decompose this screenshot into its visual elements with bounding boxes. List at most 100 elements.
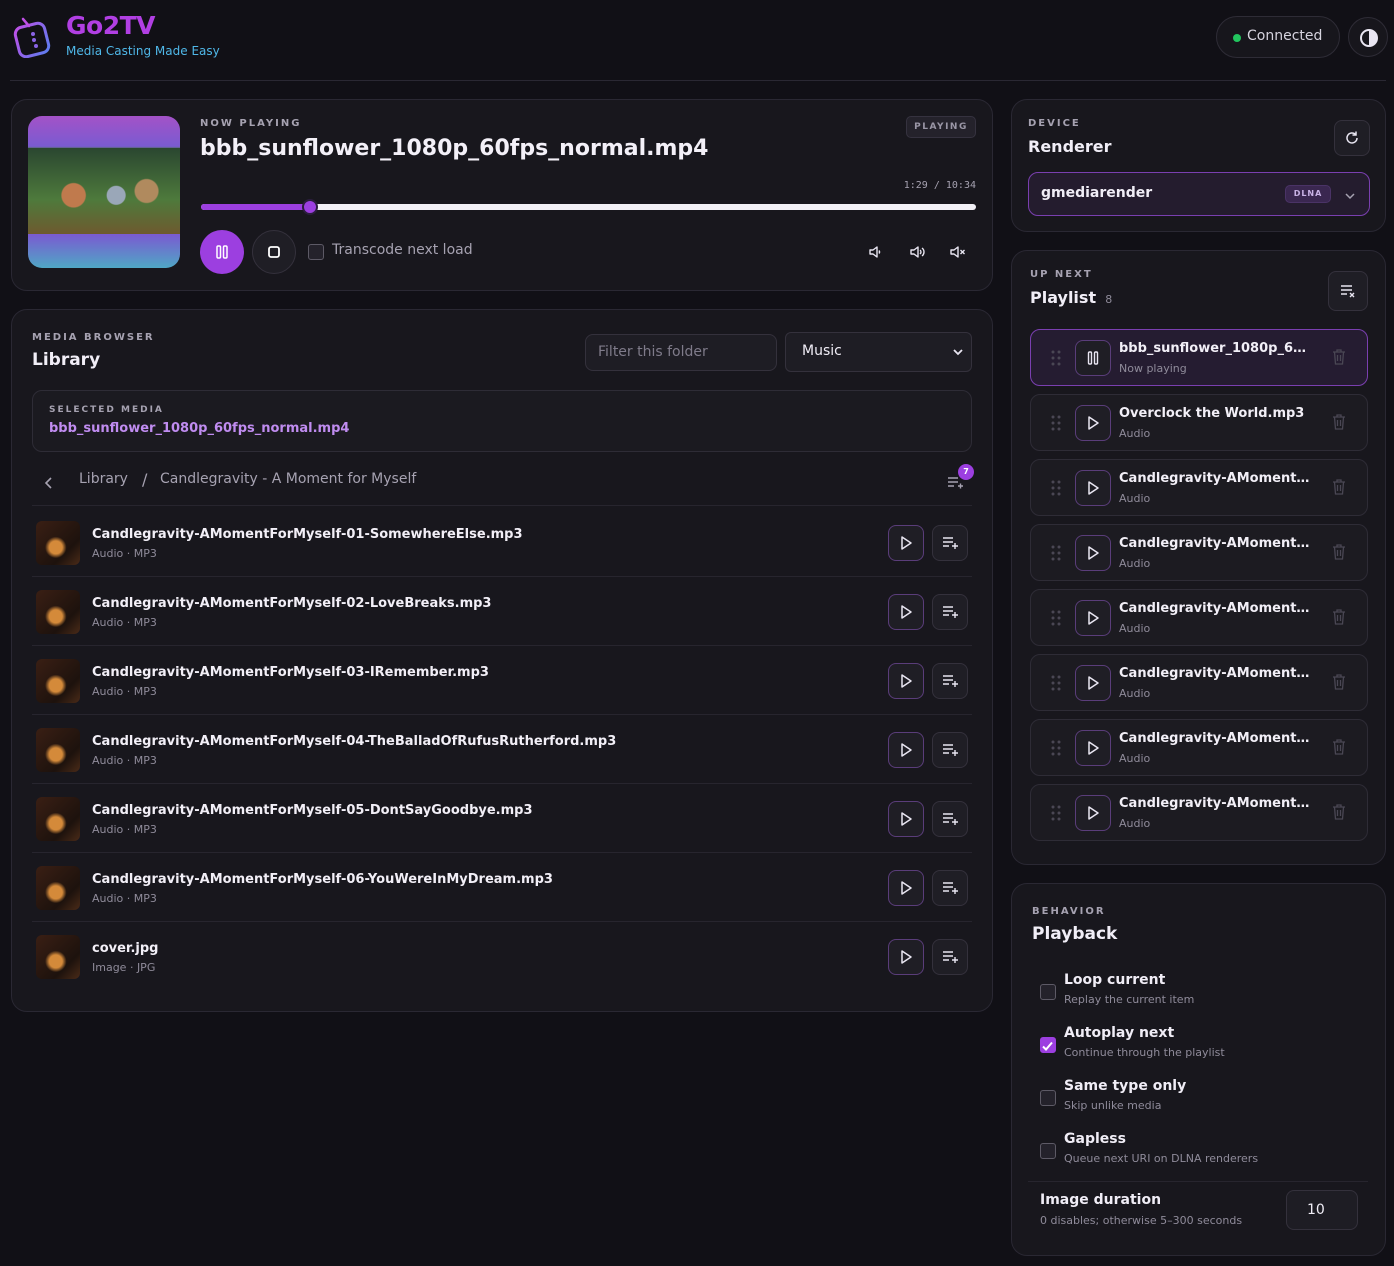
- image-duration-label: Image duration: [1040, 1192, 1162, 1208]
- media-name: Candlegravity-AMomentForMyself-01-Somewh…: [92, 527, 523, 542]
- filter-input[interactable]: Filter this folder: [585, 334, 777, 371]
- play-button[interactable]: [1075, 470, 1111, 506]
- media-row[interactable]: Candlegravity-AMomentForMyself-03-IRemem…: [32, 647, 972, 715]
- now-playing-eyebrow: NOW PLAYING: [200, 118, 302, 129]
- add-to-queue-button[interactable]: [932, 870, 968, 906]
- playback-title: Playback: [1032, 924, 1118, 944]
- transcode-checkbox[interactable]: [308, 244, 324, 260]
- drag-handle-icon[interactable]: [1051, 805, 1061, 821]
- playlist-item[interactable]: bbb_sunflower_1080p_60fps_normal.mp4 Now …: [1030, 329, 1368, 386]
- media-row[interactable]: Candlegravity-AMomentForMyself-05-DontSa…: [32, 785, 972, 853]
- add-to-queue-icon: [943, 675, 958, 687]
- image-duration-input[interactable]: 10: [1286, 1190, 1358, 1230]
- add-all-to-queue-button[interactable]: 7: [946, 464, 974, 494]
- connection-status: Connected: [1216, 16, 1340, 58]
- seek-handle[interactable]: [301, 199, 318, 215]
- image-duration-row: Image duration 0 disables; otherwise 5–3…: [1028, 1181, 1368, 1237]
- selected-media-label: SELECTED MEDIA: [49, 405, 164, 415]
- renderer-select[interactable]: gmediarender DLNA: [1028, 172, 1370, 216]
- clear-playlist-button[interactable]: [1328, 271, 1368, 311]
- option-description: Queue next URI on DLNA renderers: [1064, 1152, 1259, 1165]
- play-button[interactable]: [888, 732, 924, 768]
- media-row[interactable]: Candlegravity-AMomentForMyself-06-YouWer…: [32, 854, 972, 922]
- stop-button[interactable]: [252, 230, 296, 274]
- option-checkbox[interactable]: [1040, 984, 1056, 1000]
- add-to-queue-button[interactable]: [932, 732, 968, 768]
- drag-handle-icon[interactable]: [1051, 675, 1061, 691]
- playlist-item[interactable]: Candlegravity-AMomentForMyself-01-Somewh…: [1030, 459, 1368, 516]
- trash-icon[interactable]: [1331, 543, 1347, 561]
- trash-icon[interactable]: [1331, 738, 1347, 756]
- refresh-devices-button[interactable]: [1334, 120, 1370, 156]
- chevron-down-icon: [953, 349, 963, 356]
- play-button[interactable]: [888, 801, 924, 837]
- media-row[interactable]: Candlegravity-AMomentForMyself-04-TheBal…: [32, 716, 972, 784]
- option-checkbox[interactable]: [1040, 1090, 1056, 1106]
- play-button[interactable]: [888, 939, 924, 975]
- pause-button[interactable]: [200, 230, 244, 274]
- option-name: Autoplay next: [1064, 1025, 1175, 1041]
- media-row[interactable]: Candlegravity-AMomentForMyself-01-Somewh…: [32, 509, 972, 577]
- media-thumbnail: [36, 935, 80, 979]
- play-button[interactable]: [888, 663, 924, 699]
- play-button[interactable]: [888, 525, 924, 561]
- pause-button[interactable]: [1075, 340, 1111, 376]
- mute-icon[interactable]: [949, 244, 967, 260]
- trash-icon[interactable]: [1331, 673, 1347, 691]
- trash-icon[interactable]: [1331, 413, 1347, 431]
- now-playing-thumbnail: [28, 116, 180, 268]
- trash-icon[interactable]: [1331, 478, 1347, 496]
- breadcrumb-root[interactable]: Library: [79, 471, 128, 487]
- play-button[interactable]: [1075, 535, 1111, 571]
- trash-icon[interactable]: [1331, 608, 1347, 626]
- play-button[interactable]: [888, 870, 924, 906]
- behavior-option: Loop current Replay the current item: [1040, 970, 1370, 1018]
- add-to-queue-button[interactable]: [932, 663, 968, 699]
- playlist-item[interactable]: Candlegravity-AMomentForMyself-04-TheBal…: [1030, 654, 1368, 711]
- playlist-item[interactable]: Candlegravity-AMomentForMyself-02-LoveBr…: [1030, 524, 1368, 581]
- volume-up-icon[interactable]: [909, 244, 927, 260]
- seek-bar[interactable]: [201, 199, 976, 215]
- playlist-item[interactable]: Candlegravity-AMomentForMyself-06-YouWer…: [1030, 784, 1368, 841]
- playlist-item[interactable]: Candlegravity-AMomentForMyself-03-IRemem…: [1030, 589, 1368, 646]
- add-to-queue-button[interactable]: [932, 525, 968, 561]
- add-to-queue-button[interactable]: [932, 594, 968, 630]
- play-icon: [1088, 416, 1099, 430]
- drag-handle-icon[interactable]: [1051, 415, 1061, 431]
- play-icon: [901, 605, 912, 619]
- option-checkbox[interactable]: [1040, 1037, 1056, 1053]
- back-chevron-icon[interactable]: [44, 476, 54, 490]
- media-row[interactable]: cover.jpg Image · JPG: [32, 923, 972, 991]
- trash-icon[interactable]: [1331, 803, 1347, 821]
- playlist-item-type: Audio: [1119, 492, 1151, 505]
- theme-toggle-button[interactable]: [1348, 17, 1388, 57]
- media-row[interactable]: Candlegravity-AMomentForMyself-02-LoveBr…: [32, 578, 972, 646]
- play-button[interactable]: [1075, 600, 1111, 636]
- drag-handle-icon[interactable]: [1051, 740, 1061, 756]
- play-button[interactable]: [1075, 405, 1111, 441]
- playlist-item[interactable]: Candlegravity-AMomentForMyself-05-DontSa…: [1030, 719, 1368, 776]
- media-meta: Image · JPG: [92, 961, 156, 974]
- play-icon: [1088, 611, 1099, 625]
- brand-tagline: Media Casting Made Easy: [66, 44, 220, 58]
- playback-time: 1:29 / 10:34: [903, 180, 976, 191]
- drag-handle-icon[interactable]: [1051, 610, 1061, 626]
- option-description: Skip unlike media: [1064, 1099, 1162, 1112]
- play-button[interactable]: [1075, 795, 1111, 831]
- behavior-option: Autoplay next Continue through the playli…: [1040, 1023, 1370, 1071]
- play-button[interactable]: [888, 594, 924, 630]
- volume-down-icon[interactable]: [868, 244, 884, 260]
- play-button[interactable]: [1075, 730, 1111, 766]
- add-to-queue-button[interactable]: [932, 801, 968, 837]
- option-checkbox[interactable]: [1040, 1143, 1056, 1159]
- trash-icon[interactable]: [1331, 348, 1347, 366]
- drag-handle-icon[interactable]: [1051, 545, 1061, 561]
- play-button[interactable]: [1075, 665, 1111, 701]
- behavior-card: BEHAVIOR Playback Loop current Replay the…: [1011, 883, 1386, 1256]
- folder-select[interactable]: Music: [785, 332, 972, 372]
- playlist-item[interactable]: Overclock the World.mp3 Audio: [1030, 394, 1368, 451]
- drag-handle-icon[interactable]: [1051, 480, 1061, 496]
- add-to-queue-button[interactable]: [932, 939, 968, 975]
- play-icon: [1088, 546, 1099, 560]
- drag-handle-icon[interactable]: [1051, 350, 1061, 366]
